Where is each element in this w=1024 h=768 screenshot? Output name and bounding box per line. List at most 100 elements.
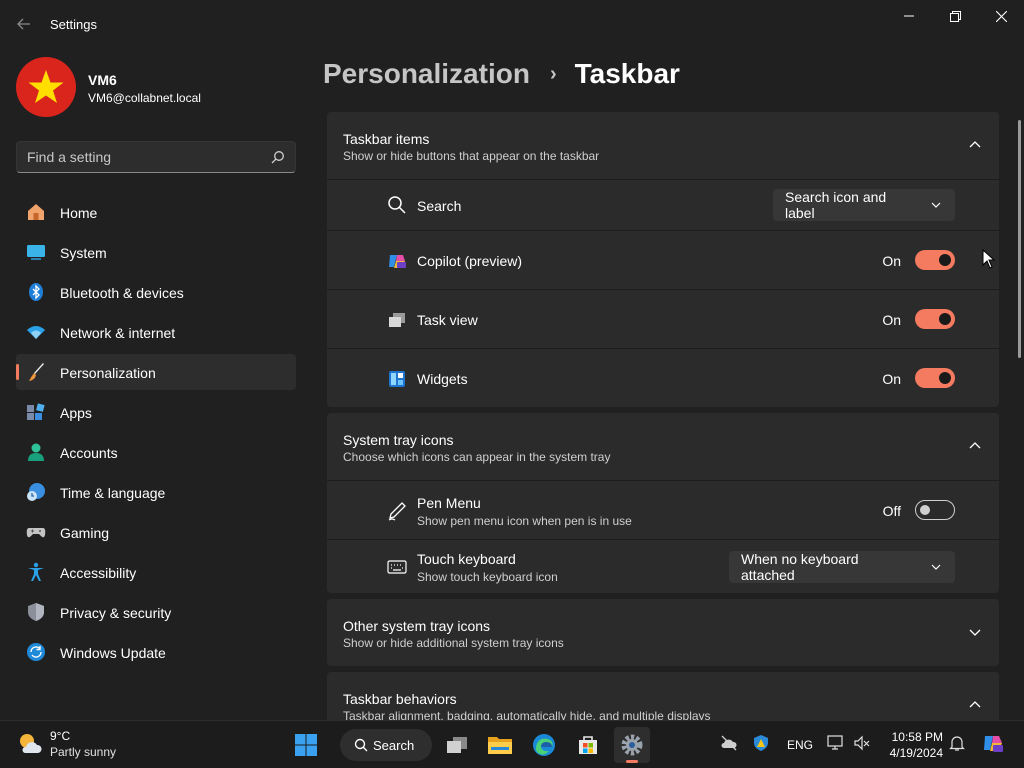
section-title: System tray icons [343,432,454,448]
notification-bell-icon[interactable] [948,734,966,752]
sidebar-item-label: Network & internet [60,325,176,341]
system-icon [27,245,45,260]
other-tray-section: Other system tray icons Show or hide add… [327,599,999,666]
sidebar-item-label: Privacy & security [60,605,172,621]
settings-content: Taskbar items Show or hide buttons that … [327,112,999,745]
clock-date[interactable]: 4/19/2024 [878,746,943,760]
copilot-icon[interactable] [982,732,1004,754]
gear-icon [621,734,643,756]
copilot-row: Copilot (preview) On [327,230,999,289]
avatar[interactable] [16,57,76,117]
breadcrumb-separator: › [549,62,557,85]
search-row: Search Search icon and label [327,179,999,230]
volume-muted-icon[interactable] [853,734,871,752]
sidebar-item-label: Personalization [60,365,156,381]
clock-time[interactable]: 10:58 PM [888,730,943,744]
settings-search[interactable] [16,141,296,173]
sidebar-item-personalization[interactable]: Personalization [16,354,296,390]
section-title: Taskbar behaviors [343,691,457,707]
toggle-state: Off [882,503,901,519]
sidebar-item-system[interactable]: System [16,234,296,270]
profile-email: VM6@collabnet.local [88,91,201,105]
close-button[interactable] [978,0,1024,32]
search-mode-dropdown[interactable]: Search icon and label [773,189,955,221]
time-language-icon [27,483,45,501]
weather-temperature: 9°C [50,729,71,743]
close-icon [995,10,1007,22]
row-label: Pen Menu [417,495,481,511]
sidebar-item-bluetooth[interactable]: Bluetooth & devices [16,274,296,310]
sidebar-item-home[interactable]: Home [16,194,296,230]
security-shield-icon[interactable] [752,734,770,752]
search-icon[interactable] [271,150,285,164]
task-view-toggle[interactable] [915,309,955,329]
sidebar-item-label: Time & language [60,485,166,501]
row-label: Task view [417,312,478,328]
chevron-up-icon [969,442,981,449]
profile-name: VM6 [88,72,117,88]
partly-sunny-icon [20,734,42,753]
maximize-button[interactable] [932,0,978,32]
cloud-offline-icon[interactable] [720,734,738,752]
task-view-row: Task view On [327,289,999,348]
minimize-button[interactable] [886,0,932,32]
sidebar-item-privacy[interactable]: Privacy & security [16,594,296,630]
accessibility-icon [28,562,44,581]
sidebar-item-time-language[interactable]: Time & language [16,474,296,510]
star-flag-icon [28,70,64,103]
taskbar-items-section: Taskbar items Show or hide buttons that … [327,112,999,407]
copilot-toggle[interactable] [915,250,955,270]
pen-menu-toggle[interactable] [915,500,955,520]
back-button[interactable] [10,10,38,38]
chevron-up-icon [969,141,981,148]
settings-taskbar-button[interactable] [614,727,650,763]
search-icon [388,196,406,214]
store-button[interactable] [570,727,606,763]
taskbar-search[interactable]: Search [340,729,432,761]
chevron-up-icon [969,701,981,708]
scrollbar[interactable] [1018,120,1021,358]
sidebar-item-apps[interactable]: Apps [16,394,296,430]
toggle-state: On [882,312,901,328]
other-tray-header[interactable]: Other system tray icons Show or hide add… [327,599,999,666]
file-explorer-button[interactable] [482,727,518,763]
row-label: Search [417,198,462,214]
system-tray-header[interactable]: System tray icons Choose which icons can… [327,413,999,480]
task-view-button[interactable] [439,727,475,763]
start-button[interactable] [288,727,324,763]
pen-menu-row: Pen Menu Show pen menu icon when pen is … [327,480,999,539]
row-description: Show touch keyboard icon [417,570,558,584]
app-title: Settings [50,17,97,32]
sidebar-item-label: System [60,245,107,261]
sidebar-item-windows-update[interactable]: Windows Update [16,634,296,670]
system-tray-section: System tray icons Choose which icons can… [327,413,999,593]
widgets-icon [389,371,405,387]
taskbar-items-header[interactable]: Taskbar items Show or hide buttons that … [327,112,999,179]
row-label: Widgets [417,371,468,387]
search-input[interactable] [17,142,267,172]
sidebar-item-label: Bluetooth & devices [60,285,184,301]
home-icon [28,204,44,220]
paintbrush-icon [29,363,44,381]
language-indicator[interactable]: ENG [787,738,813,752]
row-label: Copilot (preview) [417,253,523,269]
back-arrow-icon [17,18,30,30]
sidebar-item-accounts[interactable]: Accounts [16,434,296,470]
sidebar-nav: Home System Bluetooth & devices Network … [16,194,296,674]
section-title: Taskbar items [343,131,430,147]
sidebar-item-gaming[interactable]: Gaming [16,514,296,550]
section-subtitle: Show or hide buttons that appear on the … [343,149,600,163]
edge-icon [533,734,555,756]
widgets-toggle[interactable] [915,368,955,388]
sidebar-item-network[interactable]: Network & internet [16,314,296,350]
sidebar-item-accessibility[interactable]: Accessibility [16,554,296,590]
edge-button[interactable] [526,727,562,763]
chevron-down-icon [969,629,981,636]
touch-keyboard-dropdown[interactable]: When no keyboard attached [729,551,955,583]
display-network-icon[interactable] [827,734,845,752]
pen-icon [388,502,406,521]
section-title: Other system tray icons [343,618,491,634]
taskbar-search-label: Search [373,738,415,753]
breadcrumb-parent[interactable]: Personalization [323,58,530,90]
section-subtitle: Choose which icons can appear in the sys… [343,450,611,464]
